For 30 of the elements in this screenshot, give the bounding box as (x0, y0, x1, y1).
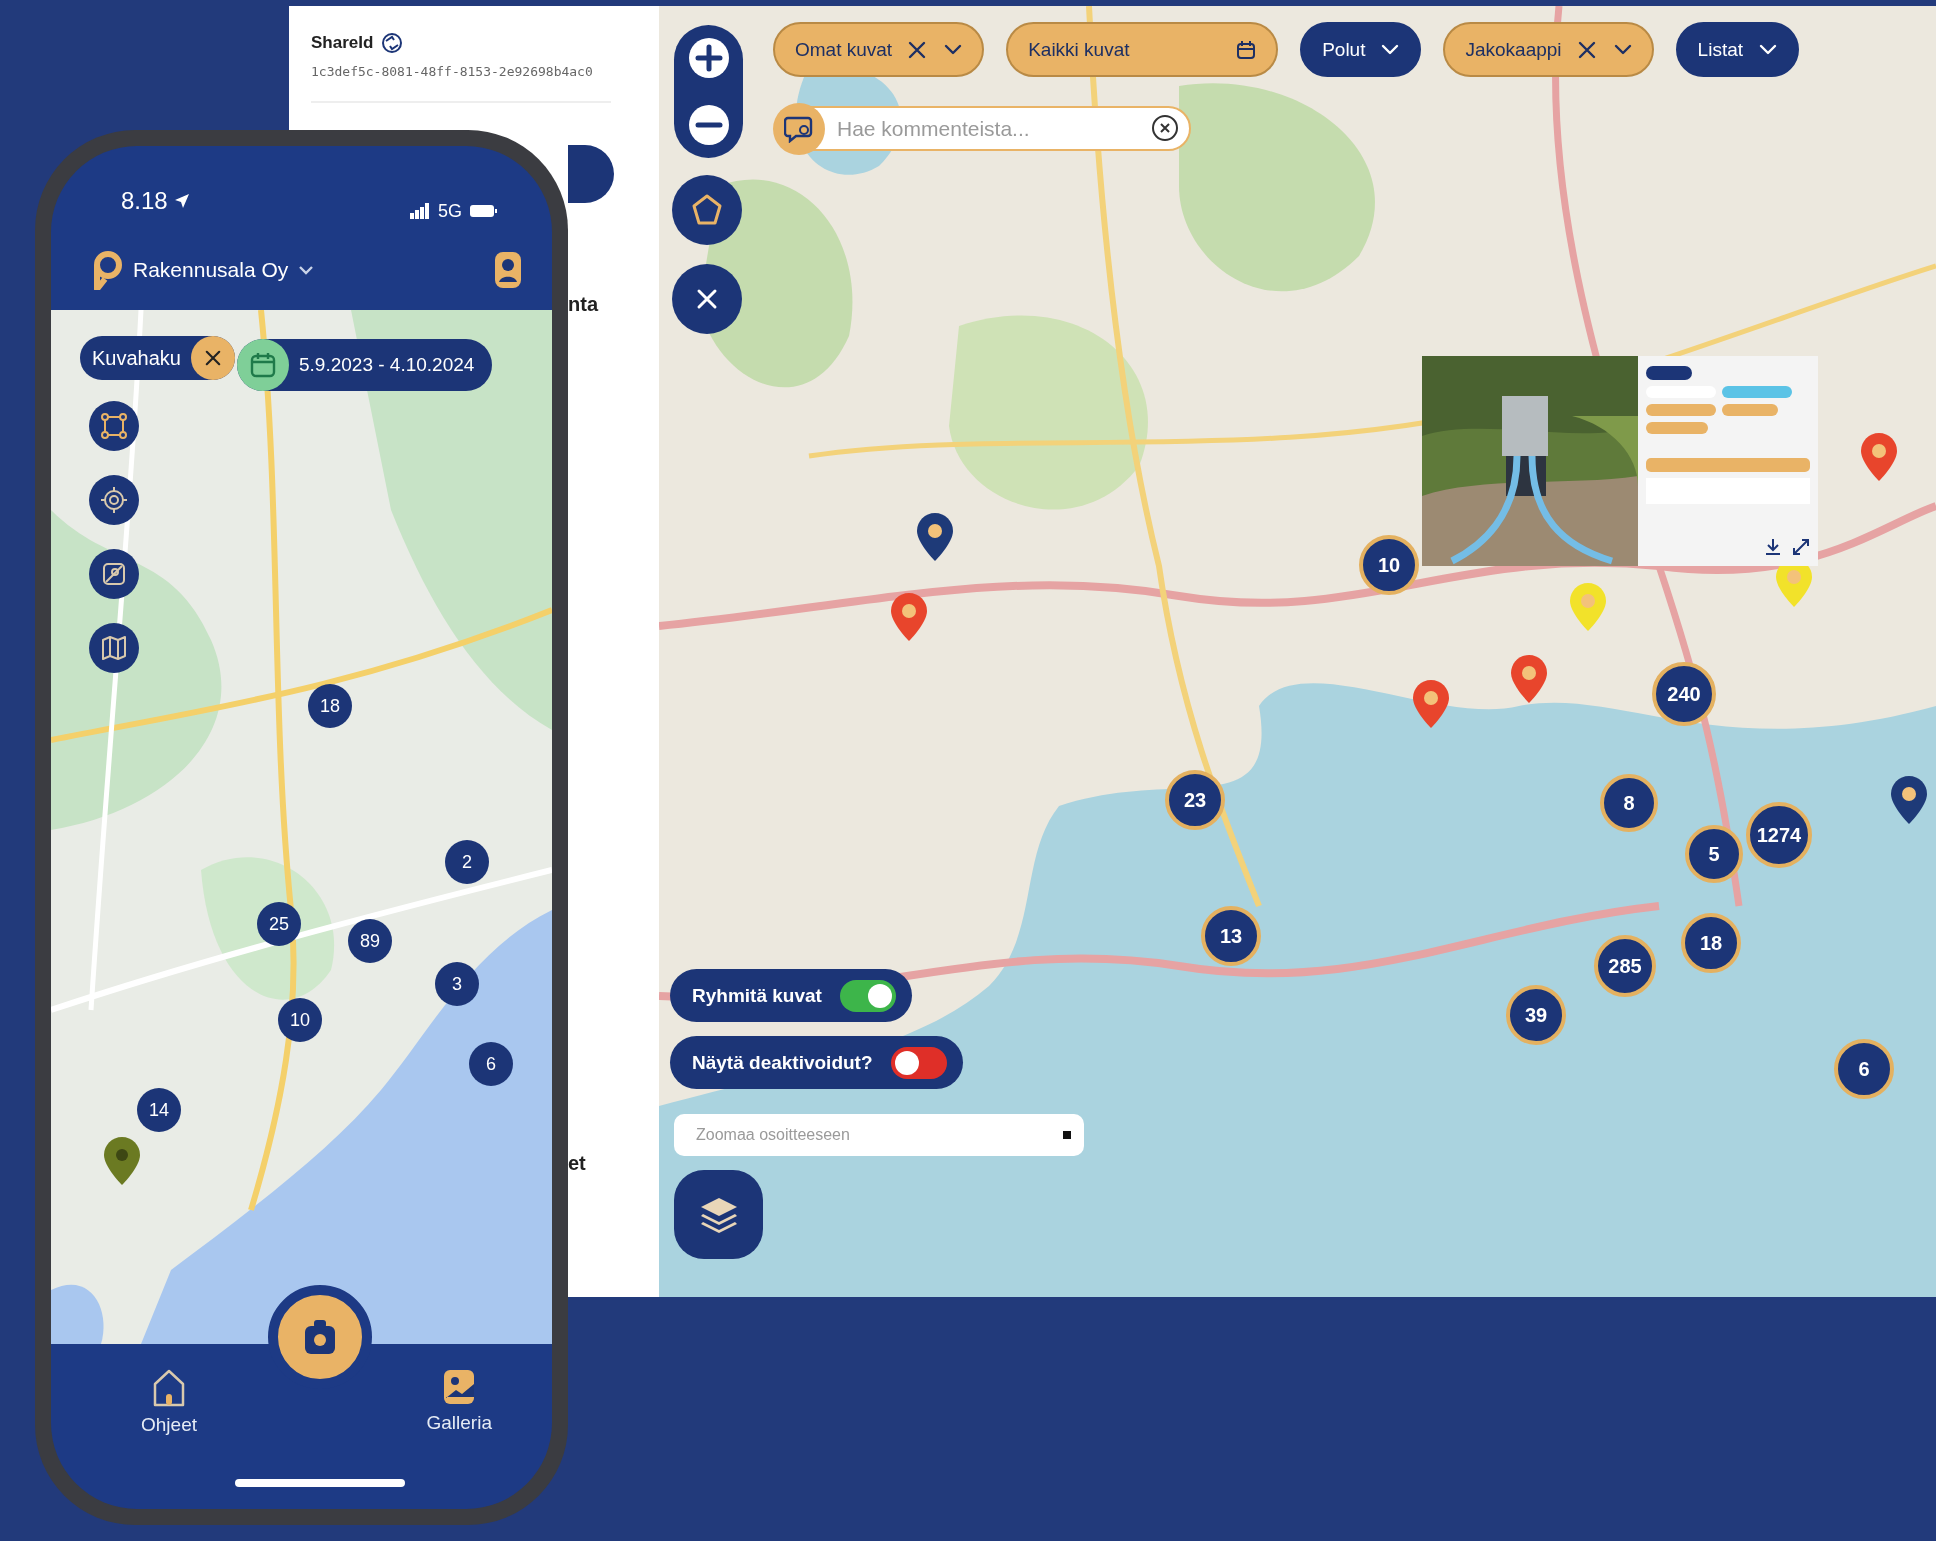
gallery-icon (442, 1368, 477, 1406)
logo-icon (91, 250, 123, 290)
clear-icon[interactable] (204, 350, 221, 366)
share-id-value: 1c3def5c-8081-48ff-8153-2e92698b4ac0 (311, 64, 594, 79)
nav-tab[interactable]: Ohjeet (141, 1368, 197, 1436)
share-id-label: ShareId (311, 33, 374, 53)
battery-icon (470, 204, 498, 218)
search-chip[interactable]: Kuvahaku (80, 336, 235, 380)
chevron-down-icon[interactable] (298, 265, 315, 275)
signal-icon (410, 203, 430, 219)
panel-button[interactable] (568, 145, 614, 203)
clear-button[interactable] (190, 336, 235, 380)
polygon-icon (100, 412, 128, 440)
target-icon (100, 486, 128, 514)
camera-icon (303, 1318, 337, 1356)
cut-text: nta (568, 293, 600, 316)
calendar-icon (249, 351, 277, 379)
share-icon[interactable] (381, 32, 404, 54)
map-pin-off-icon (100, 560, 128, 588)
status-time: 8.18 (121, 187, 168, 215)
network-label: 5G (438, 200, 462, 222)
house-icon (152, 1368, 186, 1408)
nav-tab[interactable]: Galleria (426, 1368, 492, 1434)
company-name[interactable]: Rakennusala Oy (133, 258, 289, 282)
user-icon[interactable] (494, 251, 522, 289)
map-pin[interactable] (104, 1137, 140, 1185)
date-range-chip[interactable]: 5.9.2023 - 4.10.2024 (237, 339, 493, 391)
map-icon (100, 634, 128, 662)
cut-text: et (568, 1152, 587, 1175)
location-arrow-icon (173, 193, 190, 209)
